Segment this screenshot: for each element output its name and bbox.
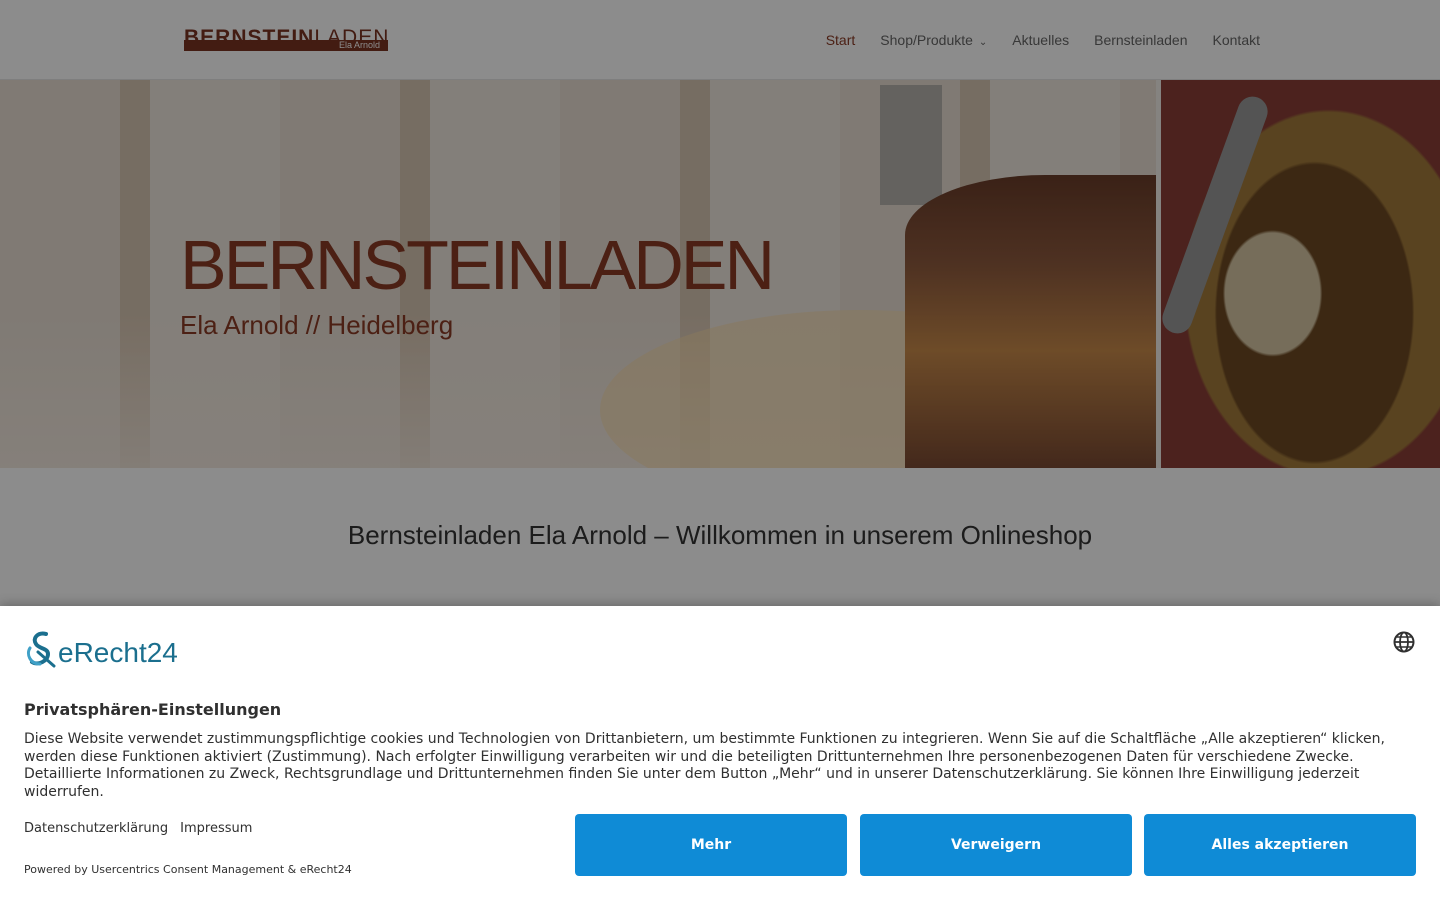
erecht24-mark-icon [26, 631, 56, 668]
consent-title: Privatsphären-Einstellungen [24, 700, 282, 719]
accept-all-button[interactable]: Alles akzeptieren [1144, 814, 1416, 876]
consent-links: Datenschutzerklärung Impressum [24, 821, 252, 837]
erecht24-wordmark: eRecht24 [58, 637, 178, 668]
globe-icon[interactable] [1392, 630, 1416, 654]
deny-button[interactable]: Verweigern [860, 814, 1132, 876]
consent-description: Diese Website verwendet zustimmungspflic… [24, 731, 1385, 801]
erecht24-logo: eRecht24 [24, 630, 194, 674]
imprint-link[interactable]: Impressum [180, 821, 252, 837]
consent-banner: eRecht24 Privatsphären-Einstellungen Die… [0, 606, 1440, 900]
more-button[interactable]: Mehr [575, 814, 847, 876]
privacy-policy-link[interactable]: Datenschutzerklärung [24, 821, 168, 837]
powered-by-text: Powered by Usercentrics Consent Manageme… [24, 863, 352, 876]
